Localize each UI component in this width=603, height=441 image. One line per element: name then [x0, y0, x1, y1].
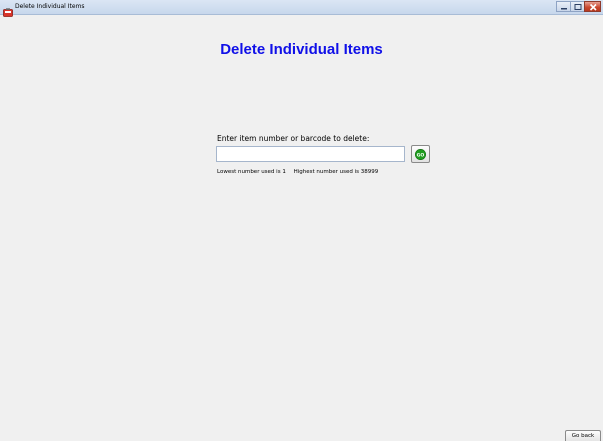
item-number-input[interactable] — [216, 146, 405, 162]
window-controls — [556, 1, 601, 12]
close-button[interactable] — [584, 1, 601, 12]
app-icon — [3, 2, 13, 17]
highest-number-text: Highest number used is 38999 — [293, 169, 379, 175]
page-title: Delete Individual Items — [220, 41, 383, 58]
maximize-button[interactable] — [570, 1, 585, 12]
go-button[interactable]: GO — [411, 145, 430, 163]
item-number-label: Enter item number or barcode to delete: — [217, 134, 370, 143]
title-bar[interactable]: Delete Individual Items — [0, 0, 603, 17]
lowest-number-text: Lowest number used is 1 — [217, 169, 286, 175]
go-icon-label: GO — [417, 152, 425, 158]
number-range-info: Lowest number used is 1 Highest number u… — [217, 168, 378, 176]
go-back-button[interactable]: Go back — [565, 430, 601, 441]
app-window: Delete Individual Items Delete Individua… — [0, 0, 603, 441]
close-icon — [589, 3, 597, 11]
window-title: Delete Individual Items — [15, 3, 85, 10]
go-icon: GO — [415, 149, 426, 160]
minimize-button[interactable] — [556, 1, 571, 12]
